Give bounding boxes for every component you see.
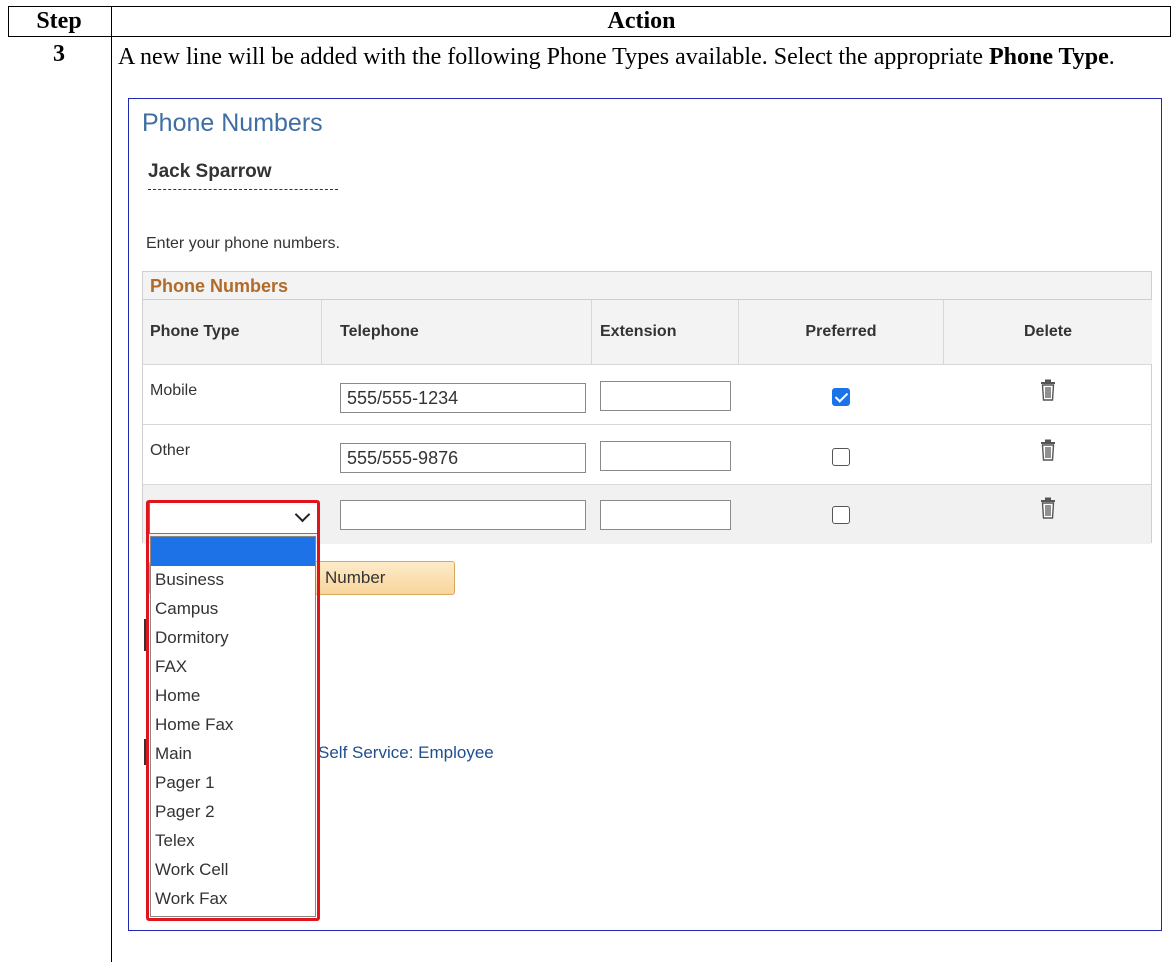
option-home[interactable]: Home <box>151 682 315 711</box>
instruction-text: A new line will be added with the follow… <box>118 44 989 70</box>
instruction-emphasis: Phone Type <box>988 44 1109 70</box>
telephone-input[interactable] <box>340 500 586 530</box>
preferred-checkbox[interactable] <box>832 506 850 524</box>
option-work-cell[interactable]: Work Cell <box>151 856 315 885</box>
header-action: Action <box>607 7 676 34</box>
option-dormitory[interactable]: Dormitory <box>151 624 315 653</box>
phone-type-value: Other <box>150 442 191 459</box>
page-title: Phone Numbers <box>142 109 323 137</box>
option-home-fax[interactable]: Home Fax <box>151 711 315 740</box>
header-step: Step <box>36 7 82 34</box>
trash-icon[interactable] <box>1040 439 1056 461</box>
phone-type-select[interactable] <box>149 502 319 534</box>
telephone-input[interactable]: 555/555-1234 <box>340 383 586 413</box>
table-row: Other 555/555-9876 <box>143 424 1151 484</box>
option-main[interactable]: Main <box>151 740 315 769</box>
step-number: 3 <box>53 41 65 67</box>
option-pager-2[interactable]: Pager 2 <box>151 798 315 827</box>
option-blank[interactable] <box>151 537 315 566</box>
option-pager-1[interactable]: Pager 1 <box>151 769 315 798</box>
instruction-end: . <box>1108 44 1115 70</box>
preferred-checkbox[interactable] <box>832 388 850 406</box>
grid-caption: Phone Numbers <box>143 272 1151 300</box>
page-instructions: Enter your phone numbers. <box>146 235 340 252</box>
hidden-element-stub <box>144 619 146 651</box>
option-work-fax[interactable]: Work Fax <box>151 885 315 914</box>
chevron-down-icon[interactable] <box>294 506 311 523</box>
person-name[interactable]: Jack Sparrow <box>148 161 272 183</box>
option-business[interactable]: Business <box>151 566 315 595</box>
extension-input[interactable] <box>600 381 731 411</box>
extension-input[interactable] <box>600 500 731 530</box>
step-instruction: A new line will be added with the follow… <box>118 42 1158 73</box>
table-row: Mobile 555/555-1234 <box>143 364 1151 424</box>
column-header-delete: Delete <box>944 300 1152 364</box>
table-column-divider <box>111 6 112 962</box>
self-service-link[interactable]: Self Service: Employee <box>318 743 494 763</box>
telephone-input[interactable]: 555/555-9876 <box>340 443 586 473</box>
option-fax[interactable]: FAX <box>151 653 315 682</box>
column-header-phone-type: Phone Type <box>143 300 322 364</box>
option-campus[interactable]: Campus <box>151 595 315 624</box>
phone-type-value: Mobile <box>150 382 198 399</box>
column-header-extension: Extension <box>592 300 739 364</box>
phone-type-options: Business Campus Dormitory FAX Home Home … <box>150 536 316 917</box>
table-border-header-bottom <box>8 36 1171 37</box>
extension-input[interactable] <box>600 441 731 471</box>
trash-icon[interactable] <box>1040 379 1056 401</box>
column-header-preferred: Preferred <box>739 300 944 364</box>
add-button-label: Number <box>325 568 386 587</box>
option-telex[interactable]: Telex <box>151 827 315 856</box>
phone-numbers-screenshot: Phone Numbers Jack Sparrow Enter your ph… <box>128 98 1162 931</box>
hidden-element-stub <box>144 739 146 765</box>
person-name-underline <box>148 189 338 190</box>
trash-icon[interactable] <box>1040 497 1056 519</box>
column-header-telephone: Telephone <box>322 300 592 364</box>
preferred-checkbox[interactable] <box>832 448 850 466</box>
